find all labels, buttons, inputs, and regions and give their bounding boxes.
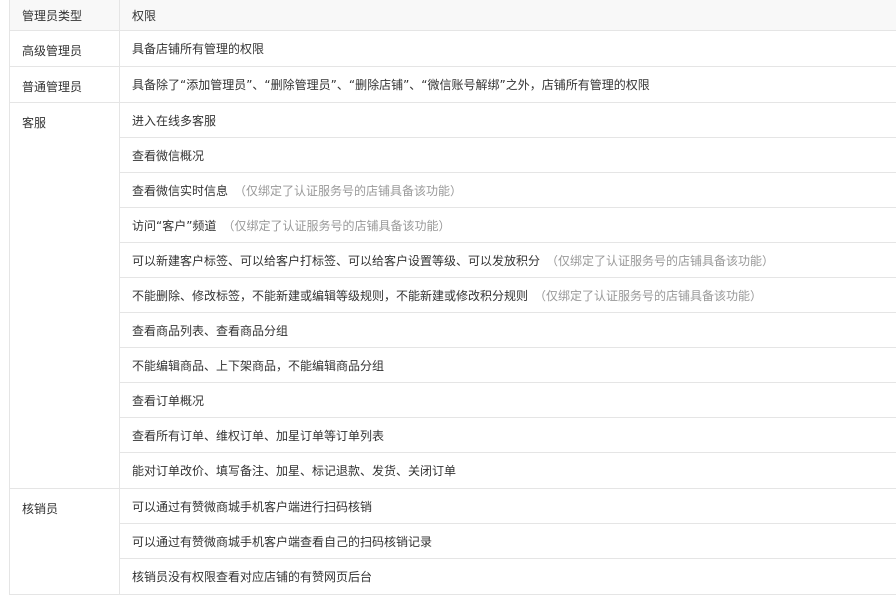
permission-text: 不能删除、修改标签，不能新建或编辑等级规则，不能新建或修改积分规则 [132, 288, 529, 303]
permission-item: 可以通过有赞微商城手机客户端查看自己的扫码核销记录 [120, 524, 896, 559]
permission-text: 能对订单改价、填写备注、加星、标记退款、发货、关闭订单 [132, 464, 457, 478]
permission-item: 进入在线多客服 [120, 103, 896, 138]
admin-type-cell: 高级管理员 [10, 31, 120, 66]
permission-text: 具备除了“添加管理员”、“删除管理员”、“删除店铺”、“微信账号解绑”之外，店铺… [132, 78, 650, 92]
permission-text: 进入在线多客服 [132, 113, 217, 128]
permission-text: 具备店铺所有管理的权限 [132, 42, 265, 56]
permission-text: 查看订单概况 [132, 393, 205, 408]
permission-list: 具备店铺所有管理的权限 [120, 31, 896, 66]
permission-text: 查看微信概况 [132, 148, 205, 163]
permission-item: 查看微信实时信息 （仅绑定了认证服务号的店铺具备该功能） [120, 173, 896, 208]
permission-item: 不能删除、修改标签，不能新建或编辑等级规则，不能新建或修改积分规则 （仅绑定了认证… [120, 278, 896, 313]
permission-text: 查看商品列表、查看商品分组 [132, 323, 289, 338]
permission-text: 可以通过有赞微商城手机客户端查看自己的扫码核销记录 [132, 534, 433, 549]
permission-item: 核销员没有权限查看对应店铺的有赞网页后台 [120, 559, 896, 594]
permission-item: 可以新建客户标签、可以给客户打标签、可以给客户设置等级、可以发放积分 （仅绑定了认… [120, 243, 896, 278]
permission-item: 不能编辑商品、上下架商品，不能编辑商品分组 [120, 348, 896, 383]
admin-type-cell: 核销员 [10, 489, 120, 594]
table-row: 客服 进入在线多客服 查看微信概况查看微信实时信息 （仅绑定了认证服务号的店铺具备该功… [10, 103, 896, 489]
permission-item: 查看商品列表、查看商品分组 [120, 313, 896, 348]
table-row: 高级管理员 具备店铺所有管理的权限 [10, 31, 896, 67]
header-admin-type: 管理员类型 [10, 0, 120, 30]
permissions-table: 管理员类型 权限 高级管理员 具备店铺所有管理的权限 普通管理员 具备除了“添加管理员… [9, 0, 896, 595]
permission-note: （仅绑定了认证服务号的店铺具备该功能） [234, 183, 463, 198]
permission-list: 具备除了“添加管理员”、“删除管理员”、“删除店铺”、“微信账号解绑”之外，店铺… [120, 67, 896, 102]
permission-item: 查看微信概况 [120, 138, 896, 173]
permission-item: 查看所有订单、维权订单、加星订单等订单列表 [120, 418, 896, 453]
permission-item: 访问“客户”频道 （仅绑定了认证服务号的店铺具备该功能） [120, 208, 896, 243]
permission-note: （仅绑定了认证服务号的店铺具备该功能） [534, 288, 763, 303]
table-row: 普通管理员 具备除了“添加管理员”、“删除管理员”、“删除店铺”、“微信账号解绑”… [10, 67, 896, 103]
permission-text: 核销员没有权限查看对应店铺的有赞网页后台 [132, 570, 373, 584]
permission-note: （仅绑定了认证服务号的店铺具备该功能） [546, 253, 775, 268]
permission-item: 具备除了“添加管理员”、“删除管理员”、“删除店铺”、“微信账号解绑”之外，店铺… [120, 67, 896, 102]
admin-type-cell: 客服 [10, 103, 120, 488]
permission-text: 可以通过有赞微商城手机客户端进行扫码核销 [132, 499, 373, 514]
permission-text: 查看微信实时信息 [132, 183, 229, 198]
permission-text: 查看所有订单、维权订单、加星订单等订单列表 [132, 428, 385, 443]
table-row: 核销员 可以通过有赞微商城手机客户端进行扫码核销可以通过有赞微商城手机客户端查看自… [10, 489, 896, 595]
header-permissions: 权限 [132, 8, 157, 23]
permission-item: 查看订单概况 [120, 383, 896, 418]
permission-list: 进入在线多客服 查看微信概况查看微信实时信息 （仅绑定了认证服务号的店铺具备该功能）… [120, 103, 896, 488]
permission-item: 可以通过有赞微商城手机客户端进行扫码核销 [120, 489, 896, 524]
permission-item: 能对订单改价、填写备注、加星、标记退款、发货、关闭订单 [120, 453, 896, 488]
permission-text: 不能编辑商品、上下架商品，不能编辑商品分组 [132, 358, 385, 373]
table-header: 管理员类型 权限 [10, 0, 896, 31]
admin-type-cell: 普通管理员 [10, 67, 120, 102]
permission-note: （仅绑定了认证服务号的店铺具备该功能） [222, 218, 451, 233]
table-body: 高级管理员 具备店铺所有管理的权限 普通管理员 具备除了“添加管理员”、“删除管理员”… [10, 31, 896, 595]
permission-item: 具备店铺所有管理的权限 [120, 31, 896, 66]
permission-text: 访问“客户”频道 [132, 218, 217, 233]
permission-list: 可以通过有赞微商城手机客户端进行扫码核销可以通过有赞微商城手机客户端查看自己的扫… [120, 489, 896, 594]
permission-text: 可以新建客户标签、可以给客户打标签、可以给客户设置等级、可以发放积分 [132, 253, 541, 268]
